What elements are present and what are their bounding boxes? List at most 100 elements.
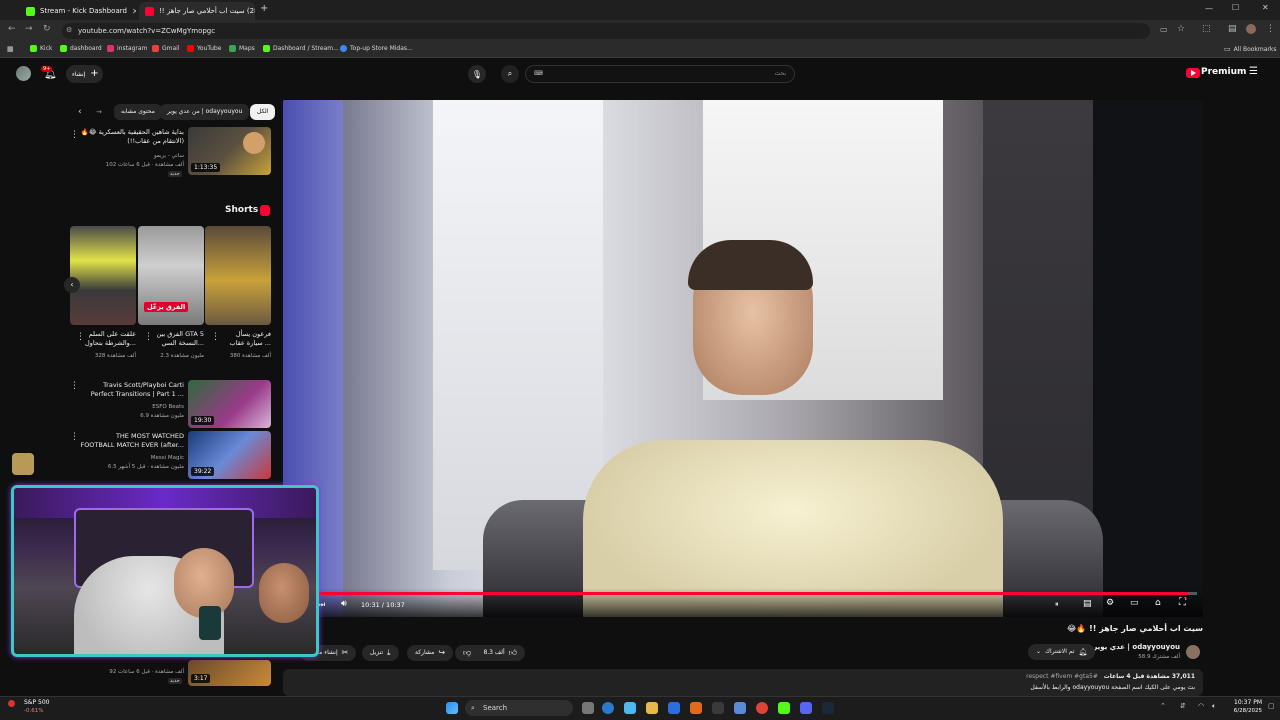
bookmark-kick[interactable]: Kick [30, 45, 52, 52]
more-options-icon[interactable]: ⋮ [70, 130, 79, 140]
settings-gear-icon[interactable]: ⚙ [1106, 598, 1114, 608]
stock-name[interactable]: S&P 500 [24, 699, 49, 706]
account-avatar[interactable] [16, 66, 31, 81]
video-channel[interactable]: Messi Magic [80, 454, 184, 463]
search-input[interactable]: ⌨ بحث [525, 65, 795, 83]
clock-time[interactable]: 10:37 PM [1230, 699, 1262, 706]
more-options-icon[interactable]: ⋮ [144, 332, 153, 342]
subscribed-button[interactable]: ⌄ تم الاشتراك 🔔︎ [1028, 644, 1096, 660]
short-title[interactable]: علقت على السلم والشرطة بتحاول... [84, 330, 136, 348]
bookmark-instagram[interactable]: instagram [107, 45, 147, 52]
kick-icon[interactable] [778, 702, 790, 714]
edge-icon[interactable] [602, 702, 614, 714]
dislike-icon[interactable]: 👎︎ [463, 645, 471, 661]
window-close-icon[interactable]: ✕ [1262, 3, 1269, 12]
extensions-icon[interactable]: ⬚ [1202, 24, 1211, 34]
short-title[interactable]: فرعون يسأل سيارة عقاب ... [219, 330, 271, 348]
guide-menu-icon[interactable]: ☰ [1249, 66, 1258, 77]
video-title[interactable]: THE MOST WATCHED FOOTBALL MATCH EVER (af… [80, 432, 184, 450]
autoplay-toggle[interactable]: ⏸︎ [1055, 600, 1059, 609]
chrome-icon[interactable] [756, 702, 768, 714]
tab-youtube-video[interactable]: (2844) سيت اب أحلامي صار جاهز !! ✕ [139, 2, 255, 20]
all-bookmarks[interactable]: ▭ All Bookmarks [1224, 45, 1277, 53]
tray-icon[interactable]: ⇵ [1180, 702, 1186, 710]
back-icon[interactable]: ← [8, 24, 16, 34]
taskbar-search[interactable]: ⌕ Search [465, 700, 573, 716]
cast-icon[interactable]: ⌂ [1155, 598, 1161, 608]
chips-scroll-left[interactable]: ‹ [78, 107, 82, 117]
windows-start-icon[interactable] [446, 702, 458, 714]
discord-icon[interactable] [800, 702, 812, 714]
maximize-icon[interactable]: ☐ [1232, 3, 1239, 12]
more-options-icon[interactable]: ⋮ [76, 332, 85, 342]
video-thumbnail[interactable]: 3:17 [188, 660, 271, 686]
download-button[interactable]: تنزيل ⤓ [362, 645, 399, 661]
theater-mode-icon[interactable]: ▭ [1130, 598, 1139, 608]
url-bar[interactable]: youtube.com/watch?v=ZCwMgYmopgc [62, 23, 1150, 39]
star-icon[interactable]: ☆ [1177, 24, 1185, 34]
apps-icon[interactable]: ▦ [7, 45, 14, 53]
store-icon[interactable] [668, 702, 680, 714]
video-thumbnail[interactable]: 39:22 [188, 431, 271, 479]
task-view-icon[interactable] [582, 702, 594, 714]
chip-related[interactable]: محتوى مشابه [114, 104, 162, 120]
bookmark-dashboard[interactable]: dashboard [60, 45, 102, 52]
profile-avatar[interactable] [1246, 24, 1256, 34]
short-title[interactable]: الفرق بين GTA 5 النسخة السي... [152, 330, 205, 348]
search-button[interactable]: ⌕ [501, 65, 519, 83]
speaker-icon[interactable]: 🔈︎ [1212, 702, 1216, 711]
bookmark-maps[interactable]: Maps [229, 45, 255, 52]
menu-icon[interactable]: ⋮ [1266, 24, 1275, 34]
steam-icon[interactable] [822, 702, 834, 714]
app-icon[interactable] [712, 702, 724, 714]
cast-icon[interactable]: ▭ [1160, 25, 1168, 34]
chip-all[interactable]: الكل [250, 104, 276, 120]
description-box[interactable]: 37,011 مشاهدة قبل 4 ساعات #respect #five… [283, 669, 1203, 696]
site-info-icon[interactable]: ⚙ [66, 26, 72, 34]
shorts-prev-button[interactable]: ‹ [64, 277, 80, 293]
video-thumbnail[interactable]: 19:30 [188, 380, 271, 428]
tray-chevron-icon[interactable]: ⌃ [1160, 702, 1166, 710]
volume-icon[interactable]: 🔊︎ [341, 599, 347, 609]
video-thumbnail[interactable]: 1:13:35 [188, 127, 271, 175]
bookmark-dashboard-stream[interactable]: Dashboard / Stream... [263, 45, 339, 52]
minimize-icon[interactable]: — [1205, 4, 1213, 13]
like-icon[interactable]: 👍︎ [509, 645, 517, 661]
clock-date[interactable]: 6/28/2025 [1230, 708, 1262, 714]
youtube-logo-icon[interactable] [1186, 68, 1200, 78]
subtitles-icon[interactable]: ▤ [1083, 599, 1092, 609]
short-thumbnail[interactable] [205, 226, 271, 325]
bookmark-youtube[interactable]: YouTube [187, 45, 221, 52]
wifi-icon[interactable]: ◠ [1198, 702, 1204, 710]
tab-kick-dashboard[interactable]: Stream - Kick Dashboard ✕ [20, 2, 136, 20]
channel-avatar[interactable] [1186, 645, 1200, 659]
video-title[interactable]: بداية شاهين الحقيقية بالعسكرية 😂🔥 (الانت… [80, 128, 184, 146]
fullscreen-icon[interactable]: ⛶ [1179, 597, 1186, 608]
create-button[interactable]: إنشاء + [66, 65, 103, 83]
bookmark-midas[interactable]: Top-up Store Midas... [340, 45, 413, 52]
app-icon[interactable] [690, 702, 702, 714]
new-tab-button[interactable]: + [260, 3, 268, 14]
forward-icon[interactable]: → [25, 24, 33, 34]
more-options-icon[interactable]: ⋮ [70, 432, 79, 442]
app-icon[interactable] [734, 702, 746, 714]
copilot-icon[interactable] [624, 702, 636, 714]
more-options-icon[interactable]: ⋮ [70, 381, 79, 391]
video-channel[interactable]: ESFO Beats [80, 403, 184, 412]
video-channel[interactable]: ساتي - بريمو [80, 152, 184, 161]
chip-from-channel[interactable]: من عدي يوير | odayyouyou [160, 104, 250, 120]
close-icon[interactable]: ✕ [132, 7, 136, 16]
sidepanel-icon[interactable]: ▤ [1228, 24, 1237, 34]
file-explorer-icon[interactable] [646, 702, 658, 714]
bookmark-gmail[interactable]: Gmail [152, 45, 180, 52]
short-thumbnail[interactable]: الفرق يزعّل [138, 226, 204, 325]
share-button[interactable]: مشاركة ↪ [407, 645, 454, 661]
video-title[interactable]: Travis Scott/Playboi Carti Perfect Trans… [80, 381, 184, 399]
notifications-icon[interactable]: ▢ [1268, 702, 1275, 710]
video-player[interactable]: ⏭︎ 🔊︎ 10:31 / 10:37 ⏸︎ ▤ ⚙ ▭ ⌂ ⛶ [283, 100, 1203, 617]
chips-scroll-right[interactable]: → [96, 108, 102, 116]
progress-bar-track[interactable] [291, 592, 1197, 595]
reload-icon[interactable]: ↻ [43, 24, 51, 34]
hashtags[interactable]: #respect #fivem #gta5 [1026, 673, 1098, 680]
short-thumbnail[interactable] [70, 226, 136, 325]
